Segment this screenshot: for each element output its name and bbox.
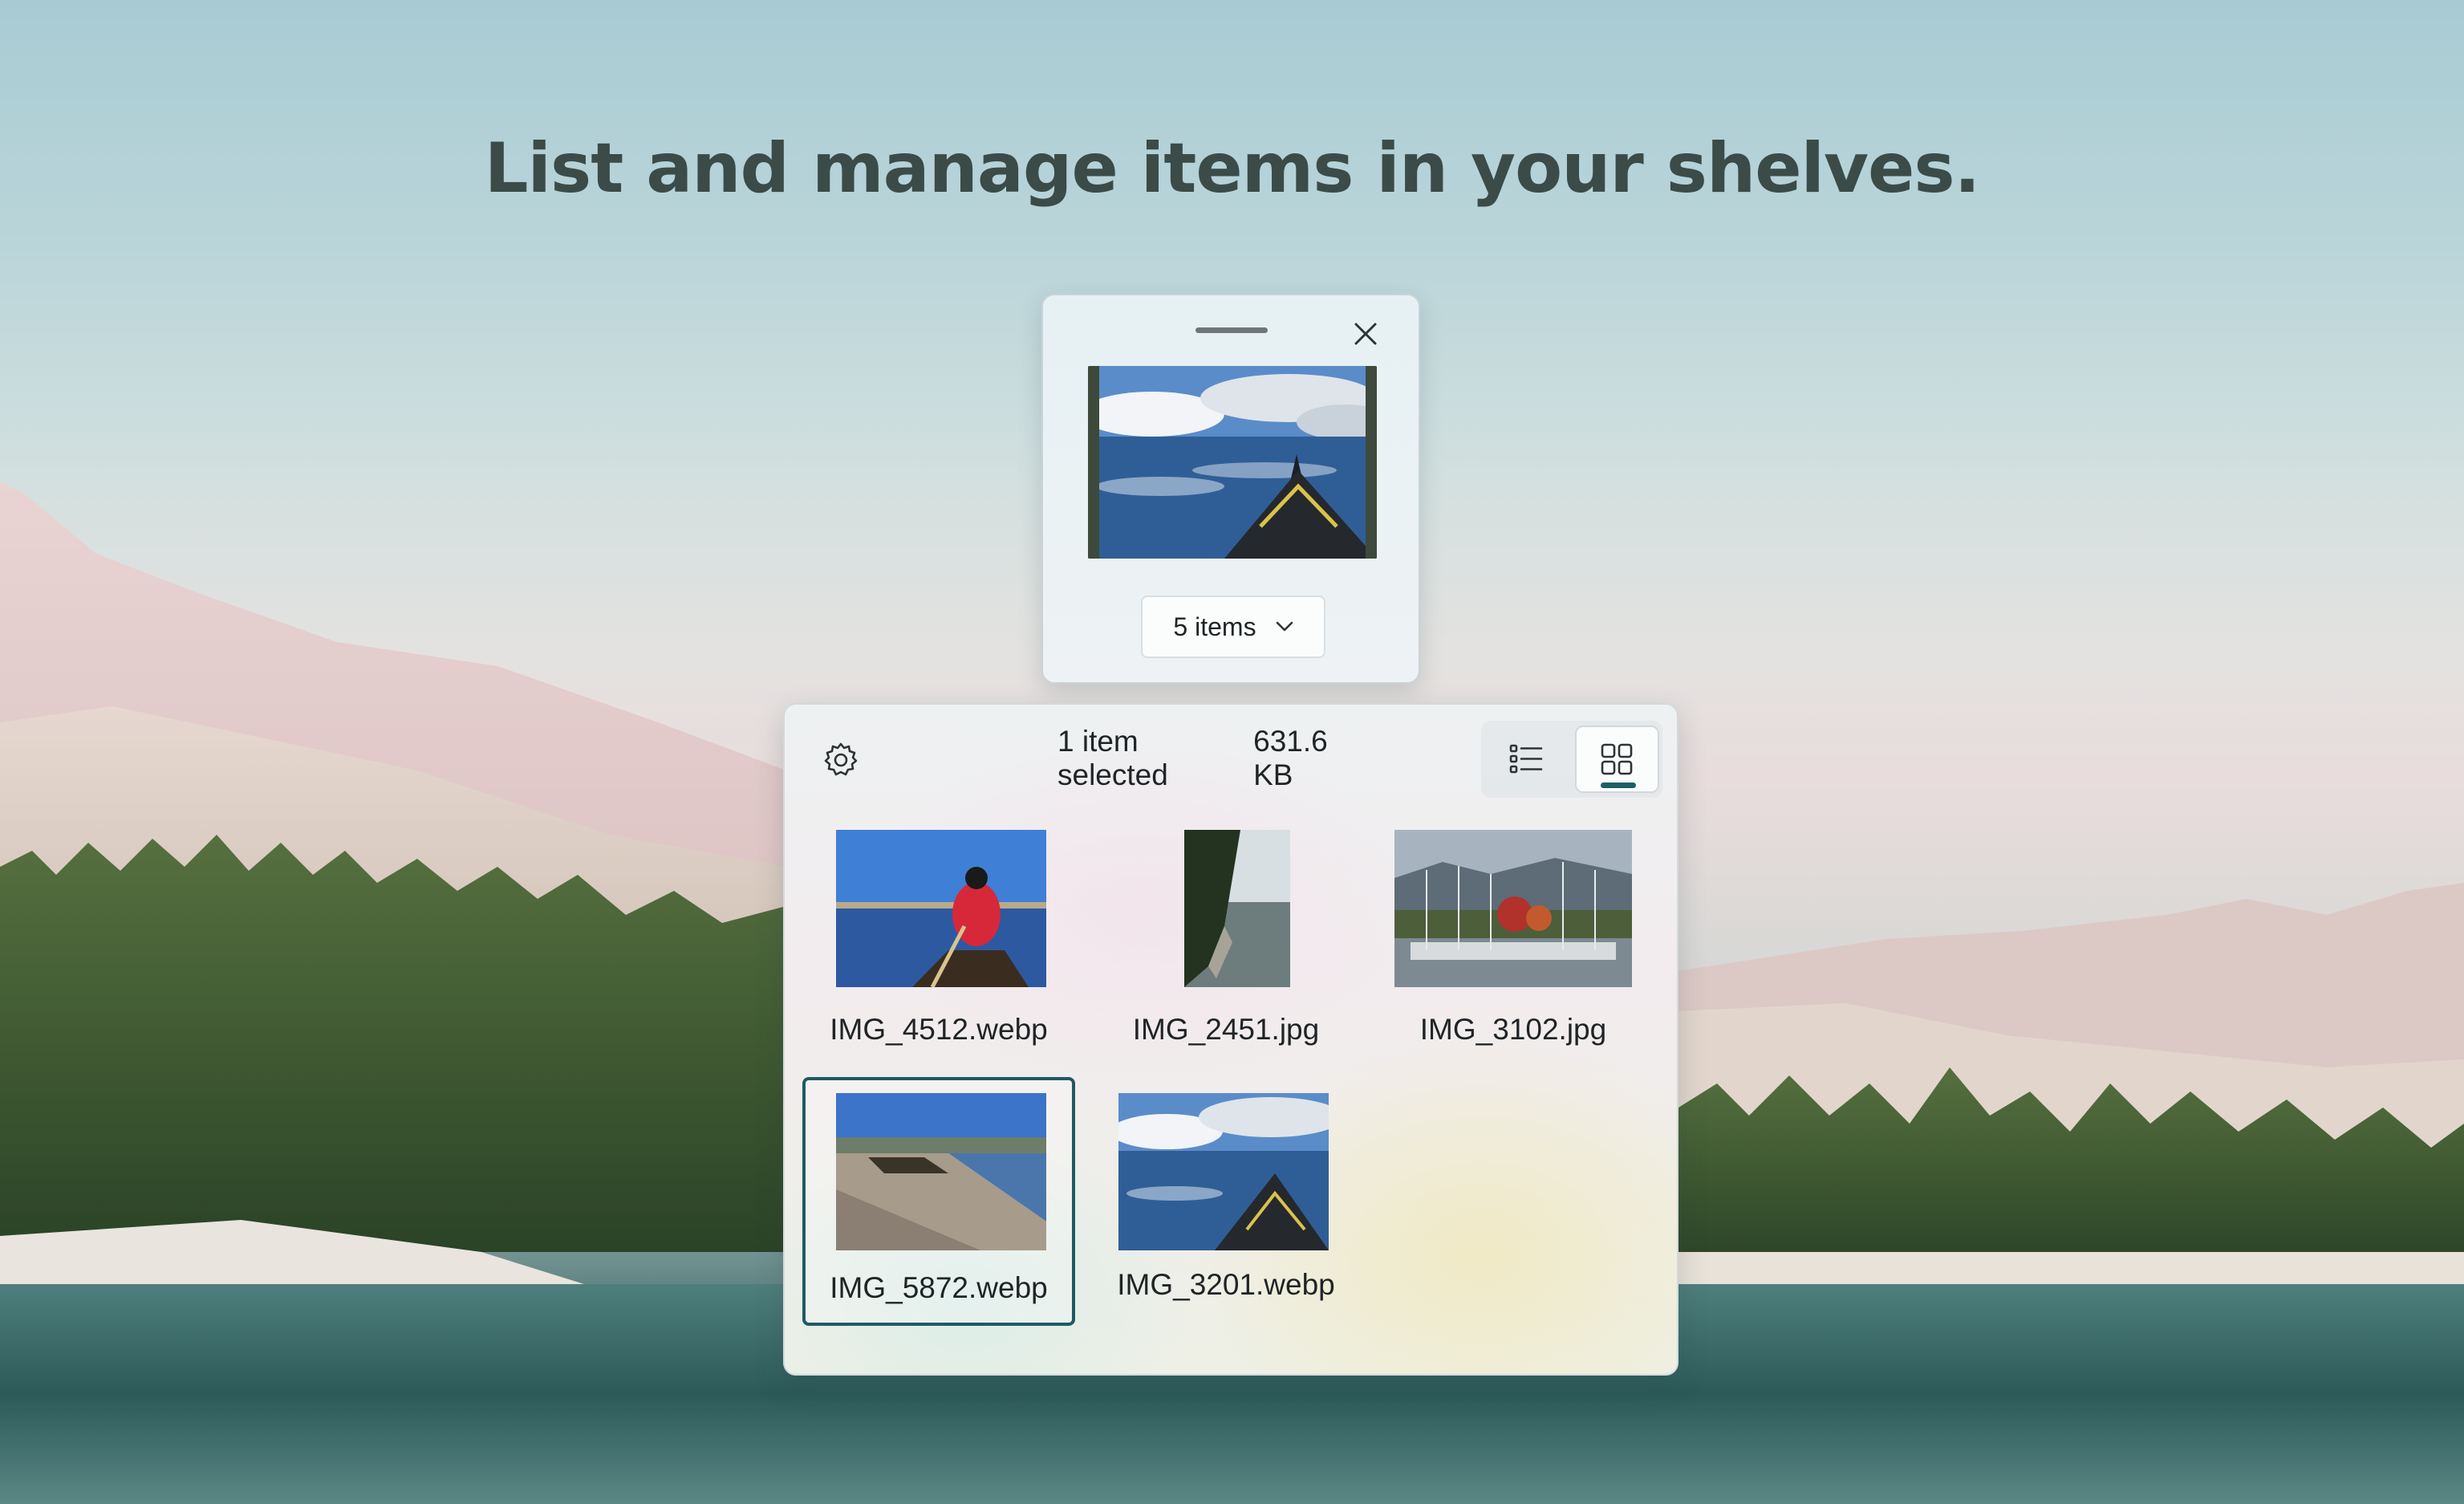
item-thumbnail [836,830,1046,987]
list-icon [1510,744,1543,774]
item-thumbnail [1394,830,1632,987]
shelf-item[interactable]: IMG_2451.jpg [1090,822,1362,1071]
view-mode-toggle [1481,721,1662,798]
gear-icon [824,742,858,776]
item-thumbnail [1184,830,1290,987]
item-filename: IMG_5872.webp [830,1271,1048,1304]
selection-status: 1 item selected 631.6 KB [1057,725,1362,791]
item-thumbnail [836,1093,1046,1250]
selection-size: 631.6 KB [1253,725,1328,791]
grid-icon [1601,743,1633,775]
drag-handle[interactable] [1195,327,1268,333]
chevron-down-icon [1276,621,1293,632]
list-view-button[interactable] [1484,726,1569,793]
shelf-item[interactable]: IMG_3201.webp [1090,1077,1362,1326]
item-count-label: 5 items [1173,612,1256,641]
item-filename: IMG_2451.jpg [1132,1013,1320,1046]
close-button[interactable] [1346,315,1385,353]
shelf-item[interactable]: IMG_3102.jpg [1377,822,1650,1071]
shelf-item-selected[interactable]: IMG_5872.webp [802,1077,1075,1326]
item-filename: IMG_3201.webp [1117,1268,1335,1301]
shelf-preview-image[interactable] [1088,366,1377,559]
shelf-window[interactable]: 5 items [1041,294,1420,684]
close-icon [1354,323,1377,345]
grid-view-button[interactable] [1574,726,1659,793]
item-filename: IMG_3102.jpg [1419,1013,1607,1046]
item-thumbnail [1118,1093,1329,1250]
shelf-items-panel: 1 item selected 631.6 KB IMG_4512.webp I… [783,703,1679,1376]
page-headline: List and manage items in your shelves. [484,128,1981,209]
shelf-item[interactable]: IMG_4512.webp [802,822,1075,1071]
item-count-dropdown[interactable]: 5 items [1141,596,1325,658]
settings-button[interactable] [817,735,865,783]
selection-count: 1 item selected [1057,725,1168,791]
item-filename: IMG_4512.webp [830,1013,1048,1046]
